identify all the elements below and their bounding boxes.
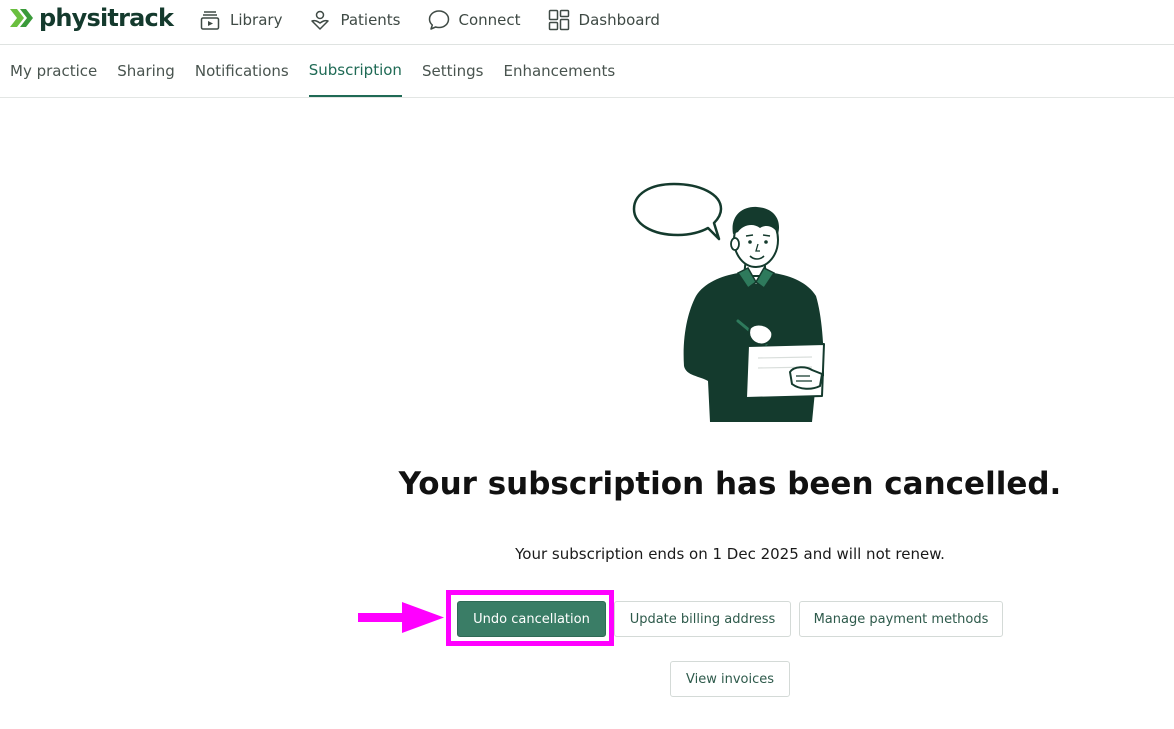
nav-item-dashboard[interactable]: Dashboard	[547, 6, 660, 34]
nav-item-patients[interactable]: Patients	[308, 6, 401, 34]
library-icon	[198, 8, 222, 32]
logo-text: physitrack	[39, 4, 174, 32]
patients-icon	[308, 8, 332, 32]
logo[interactable]: physitrack	[9, 2, 174, 34]
tab-subscription[interactable]: Subscription	[308, 46, 403, 97]
page-title: Your subscription has been cancelled.	[398, 466, 1062, 502]
tab-enhancements[interactable]: Enhancements	[503, 46, 615, 97]
tab-notifications[interactable]: Notifications	[195, 46, 289, 97]
update-billing-address-button[interactable]: Update billing address	[614, 601, 791, 637]
top-bar: physitrack Library Patients Connect Dash…	[0, 0, 1174, 45]
tab-sharing[interactable]: Sharing	[117, 46, 175, 97]
nav-label-dashboard: Dashboard	[578, 11, 660, 29]
nav-label-library: Library	[230, 11, 283, 29]
nav-label-connect: Connect	[458, 11, 521, 29]
dashboard-icon	[547, 8, 571, 32]
tab-my-practice[interactable]: My practice	[10, 46, 97, 97]
man-with-clipboard-illustration	[632, 182, 825, 422]
tab-settings[interactable]: Settings	[422, 46, 484, 97]
view-invoices-button[interactable]: View invoices	[670, 661, 790, 697]
pointer-arrow-icon	[358, 602, 444, 633]
nav-item-library[interactable]: Library	[198, 6, 282, 34]
manage-payment-methods-button[interactable]: Manage payment methods	[799, 601, 1003, 637]
sub-nav: My practice Sharing Notifications Subscr…	[0, 46, 1174, 98]
logo-chevrons-icon	[10, 9, 33, 27]
chat-bubble-icon	[427, 8, 451, 32]
highlight-box	[446, 590, 614, 646]
nav-item-connect[interactable]: Connect	[427, 6, 521, 34]
subscription-end-text: Your subscription ends on 1 Dec 2025 and…	[515, 545, 945, 563]
nav-label-patients: Patients	[340, 11, 401, 29]
main-nav: Library Patients Connect Dashboard	[198, 6, 686, 34]
